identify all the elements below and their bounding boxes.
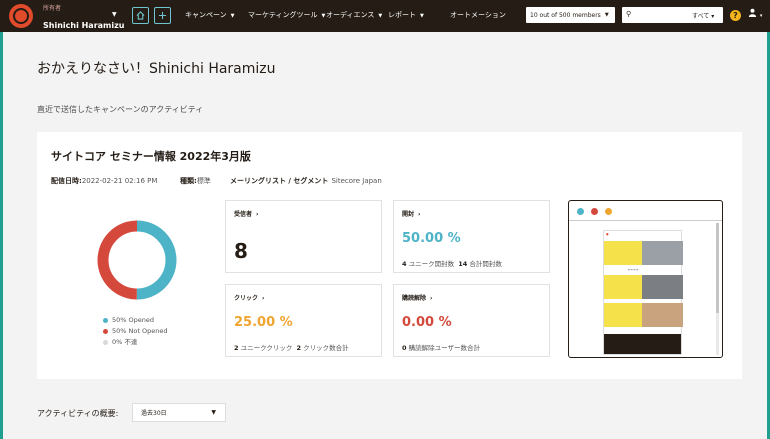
- recent-activity-heading: 直近で送信したキャンペーンのアクティビティ: [37, 105, 204, 114]
- home-button[interactable]: [132, 7, 149, 24]
- email-banner-block: [604, 303, 642, 327]
- members-dropdown[interactable]: 10 out of 500 members ▼: [526, 7, 615, 23]
- not-opened-swatch: [103, 329, 108, 334]
- members-label: 10 out of 500 members: [530, 11, 601, 19]
- clicks-label: クリック ›: [234, 295, 265, 302]
- period-dropdown[interactable]: 過去30日 ▼: [132, 403, 226, 422]
- chevron-down-icon: ▾: [759, 13, 763, 19]
- legend-opened: 50% Opened: [103, 315, 167, 326]
- opens-stat[interactable]: 開封 › 50.00 % 4 ユニーク開封数 14 合計開封数: [393, 200, 550, 273]
- window-dot-icon: [605, 208, 612, 215]
- app-logo-icon[interactable]: [9, 4, 33, 28]
- opens-breakdown: 4 ユニーク開封数 14 合計開封数: [402, 260, 502, 268]
- campaign-type-value: 標準: [196, 177, 211, 185]
- audience-list-value: Sitecore Japan: [331, 177, 382, 185]
- email-divider-text: ━ ━ ━ ━: [628, 268, 639, 272]
- recipients-stat[interactable]: 受信者 › 8: [225, 200, 382, 273]
- preview-window-bar: [569, 201, 722, 221]
- campaign-activity-card: サイトコア セミナー情報 2022年3月版 配信日時:2022-02-21 02…: [37, 132, 742, 379]
- clicks-rate: 25.00 %: [234, 315, 293, 330]
- clicks-breakdown: 2 ユニーククリック 2 クリック数合計: [234, 344, 349, 352]
- email-photo: [642, 303, 683, 327]
- sent-date: 配信日時:2022-02-21 02:16 PM: [51, 176, 157, 186]
- legend-not-opened: 50% Not Opened: [103, 326, 167, 337]
- nav-reports[interactable]: レポート ▼: [388, 10, 424, 20]
- search-input[interactable]: [635, 9, 685, 20]
- email-header: ●: [604, 231, 681, 236]
- email-thumbnail: ● ━ ━ ━ ━: [603, 230, 683, 355]
- chevron-down-icon[interactable]: ▼: [112, 11, 117, 18]
- campaign-title[interactable]: サイトコア セミナー情報 2022年3月版: [51, 148, 251, 164]
- nav-automation[interactable]: オートメーション: [450, 10, 506, 20]
- nav-campaigns[interactable]: キャンペーン ▼: [185, 10, 235, 20]
- campaign-type-label: 種類:: [180, 177, 197, 185]
- email-banner-block: [604, 275, 642, 299]
- plus-icon: [158, 11, 167, 20]
- unsubscribes-breakdown: 0 購読解除ユーザー数合計: [402, 344, 480, 352]
- home-icon: [136, 11, 145, 20]
- window-dot-icon: [591, 208, 598, 215]
- legend-bounced: 0% 不達: [103, 337, 167, 348]
- opens-rate: 50.00 %: [402, 231, 461, 246]
- email-photo: [642, 275, 683, 299]
- chevron-down-icon: ▼: [604, 12, 609, 18]
- account-name: Shinichi Haramizu: [43, 21, 125, 30]
- email-footer: [604, 334, 681, 354]
- account-switcher[interactable]: 所有者 Shinichi Haramizu: [43, 5, 124, 32]
- nav-marketing-tools[interactable]: マーケティングツール ▼: [248, 10, 325, 20]
- recipients-label: 受信者 ›: [234, 211, 259, 218]
- search-box: ⚲ すべて ▾: [622, 7, 723, 23]
- top-navigation-bar: 所有者 Shinichi Haramizu ▼ キャンペーン ▼ マーケティングツ…: [0, 0, 770, 32]
- opened-swatch: [103, 318, 108, 323]
- opens-donut-chart: [97, 220, 177, 300]
- unsubscribes-label: 購読解除 ›: [402, 295, 433, 302]
- preview-scrollbar[interactable]: [716, 223, 719, 355]
- search-scope-dropdown[interactable]: すべて ▾: [692, 11, 714, 20]
- email-banner-block: [604, 241, 642, 265]
- help-icon[interactable]: ?: [730, 10, 741, 21]
- audience-list-label: メーリングリスト / セグメント: [230, 177, 329, 185]
- sent-date-label: 配信日時:: [51, 177, 82, 185]
- bounced-swatch: [103, 340, 108, 345]
- recipients-value: 8: [234, 239, 248, 263]
- clicks-stat[interactable]: クリック › 25.00 % 2 ユニーククリック 2 クリック数合計: [225, 284, 382, 357]
- search-icon: ⚲: [626, 10, 632, 18]
- left-edge: [0, 0, 3, 439]
- campaign-type: 種類:標準: [180, 176, 211, 186]
- window-dot-icon: [577, 208, 584, 215]
- opens-label: 開封 ›: [402, 211, 421, 218]
- page-title: おかえりなさい！Shinichi Haramizu: [37, 61, 276, 77]
- email-preview-thumbnail[interactable]: ● ━ ━ ━ ━: [568, 200, 723, 358]
- sent-date-value: 2022-02-21 02:16 PM: [81, 177, 158, 185]
- email-photo: [642, 241, 683, 265]
- activity-overview-label: アクティビティの概要:: [37, 409, 119, 418]
- user-menu[interactable]: ▾: [748, 8, 762, 20]
- audience-list: メーリングリスト / セグメント Sitecore Japan: [230, 176, 382, 186]
- user-icon: [748, 8, 757, 17]
- unsubscribes-rate: 0.00 %: [402, 315, 452, 330]
- donut-legend: 50% Opened 50% Not Opened 0% 不達: [103, 315, 167, 348]
- email-logo: ●: [606, 232, 609, 236]
- create-button[interactable]: [154, 7, 171, 24]
- unsubscribes-stat[interactable]: 購読解除 › 0.00 % 0 購読解除ユーザー数合計: [393, 284, 550, 357]
- nav-audience[interactable]: オーディエンス ▼: [326, 10, 382, 20]
- chevron-down-icon: ▼: [211, 409, 216, 416]
- period-value: 過去30日: [141, 410, 167, 417]
